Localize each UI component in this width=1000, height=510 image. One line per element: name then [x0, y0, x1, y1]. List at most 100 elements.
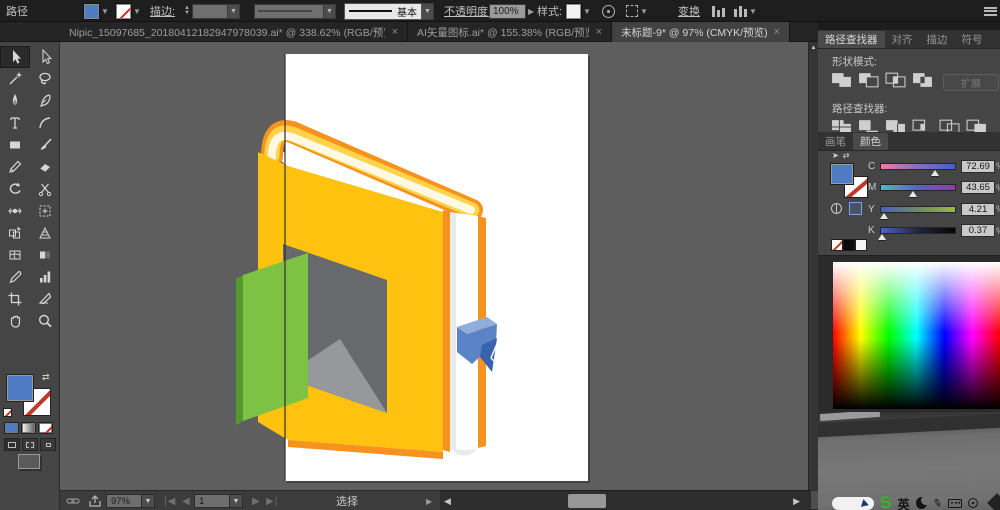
- color-button[interactable]: [4, 422, 19, 434]
- K-value-field[interactable]: 0.37: [961, 224, 995, 237]
- color-fill-proxy[interactable]: [830, 163, 854, 185]
- opacity-value[interactable]: 100% ▶: [489, 0, 534, 22]
- scrollbar-thumb[interactable]: [568, 494, 606, 508]
- perspective-grid-tool[interactable]: [30, 222, 60, 244]
- document-tab[interactable]: AI矢量图标.ai* @ 155.38% (RGB/预览)×: [408, 22, 612, 42]
- color-spectrum[interactable]: [833, 262, 1000, 409]
- fill-proxy-swatch[interactable]: [6, 374, 34, 402]
- brush-definition[interactable]: 基本 ▼: [344, 0, 434, 22]
- eyedropper-tool[interactable]: [0, 266, 30, 288]
- stroke-link[interactable]: 描边:: [150, 0, 175, 22]
- chevron-down-icon[interactable]: ▼: [230, 494, 243, 508]
- swap-fill-stroke-icon[interactable]: ⇄: [42, 372, 50, 383]
- fill-color-swatch[interactable]: ▼: [84, 0, 109, 22]
- scroll-left-icon[interactable]: ◀: [444, 491, 451, 510]
- artboard-number-value[interactable]: 1: [194, 494, 230, 508]
- draw-inside-button[interactable]: [40, 438, 56, 451]
- lasso-tool[interactable]: [30, 68, 60, 90]
- slider-thumb[interactable]: [880, 213, 888, 219]
- opacity-link[interactable]: 不透明度:: [444, 0, 491, 22]
- zoom-level-value[interactable]: 97%: [106, 494, 142, 508]
- eraser-tool[interactable]: [30, 156, 60, 178]
- moon-icon[interactable]: [916, 497, 927, 509]
- select-similar-button[interactable]: ▼: [626, 0, 648, 22]
- fore-edge-shade[interactable]: [450, 212, 456, 450]
- document-tab[interactable]: Nipic_15097685_20180412182947978039.ai* …: [60, 22, 408, 42]
- door-edge[interactable]: [236, 275, 243, 425]
- book-artwork[interactable]: [60, 42, 808, 490]
- fill-stroke-proxy[interactable]: ⇄: [0, 372, 60, 418]
- default-fill-stroke-icon[interactable]: [3, 408, 12, 417]
- fill-swatch-icon[interactable]: [84, 4, 99, 19]
- intersect-icon[interactable]: [885, 72, 906, 93]
- transform-link[interactable]: 变换: [678, 0, 700, 22]
- C-slider[interactable]: [880, 163, 956, 170]
- direct-selection-tool[interactable]: [30, 46, 60, 68]
- chevron-down-icon[interactable]: ▼: [422, 3, 434, 20]
- pencil-tool[interactable]: [0, 156, 30, 178]
- next-artboard-icon[interactable]: ▶: [252, 491, 261, 510]
- K-slider[interactable]: [880, 227, 956, 234]
- swap-icon[interactable]: ⇄: [843, 151, 854, 160]
- type-tool[interactable]: [0, 112, 30, 134]
- prev-artboard-icon[interactable]: ◀: [182, 491, 191, 510]
- scroll-right-icon[interactable]: ▶: [793, 491, 800, 510]
- gradient-tool[interactable]: [30, 244, 60, 266]
- export-icon[interactable]: [88, 491, 102, 510]
- chevron-down-icon[interactable]: ▼: [142, 494, 155, 508]
- status-expand-icon[interactable]: ▶: [426, 491, 432, 510]
- chevron-down-icon[interactable]: ▼: [228, 4, 240, 19]
- ime-status-pill[interactable]: [832, 497, 874, 510]
- pen-tool[interactable]: [0, 90, 30, 112]
- opacity-field[interactable]: 100%: [489, 4, 526, 19]
- style-swatch[interactable]: ▼: [566, 0, 591, 22]
- M-value-field[interactable]: 43.65: [961, 181, 995, 194]
- ink-pen-tool[interactable]: [30, 90, 60, 112]
- dock-collapse-button[interactable]: [984, 0, 997, 22]
- vertical-scrollbar[interactable]: ▲: [808, 42, 818, 490]
- close-icon[interactable]: ×: [596, 26, 602, 38]
- scissors-tool[interactable]: [30, 178, 60, 200]
- minus-front-icon[interactable]: [858, 72, 879, 93]
- align-button[interactable]: [712, 0, 725, 22]
- panel-tab-画笔[interactable]: 画笔: [818, 133, 853, 150]
- Y-slider[interactable]: [880, 206, 956, 213]
- selection-tool[interactable]: [0, 46, 30, 68]
- canvas[interactable]: [60, 42, 808, 490]
- expand-button[interactable]: 扩展: [943, 74, 999, 91]
- web-color-icon[interactable]: [831, 203, 842, 214]
- magic-wand-tool[interactable]: [0, 68, 30, 90]
- free-transform-tool[interactable]: [30, 200, 60, 222]
- slider-thumb[interactable]: [878, 234, 886, 240]
- rotate-tool[interactable]: [0, 178, 30, 200]
- recolor-artwork-button[interactable]: [602, 0, 615, 22]
- slider-thumb[interactable]: [909, 191, 917, 197]
- panel-tab-颜色[interactable]: 颜色: [853, 133, 888, 150]
- stepper-arrows-icon[interactable]: ▲▼: [184, 6, 190, 16]
- variable-width-profile[interactable]: ▼: [254, 0, 336, 22]
- panel-tab-路径查找器[interactable]: 路径查找器: [818, 31, 885, 48]
- first-artboard-icon[interactable]: |◀: [164, 491, 176, 510]
- zoom-tool[interactable]: [30, 310, 60, 332]
- ime-settings-icon[interactable]: [968, 498, 978, 508]
- close-icon[interactable]: ×: [774, 26, 780, 38]
- paintbrush-tool[interactable]: [30, 134, 60, 156]
- soft-keyboard-icon[interactable]: [948, 499, 962, 508]
- chevron-down-icon[interactable]: ▼: [583, 7, 591, 16]
- handwriting-icon[interactable]: ✎: [931, 496, 943, 510]
- graph-tool[interactable]: [30, 266, 60, 288]
- draw-normal-button[interactable]: [4, 438, 20, 451]
- brush-preview-field[interactable]: 基本: [344, 3, 422, 20]
- artboard-tool[interactable]: [0, 288, 30, 310]
- draw-behind-button[interactable]: [22, 438, 38, 451]
- distribute-button[interactable]: ▼: [734, 0, 757, 22]
- slider-thumb[interactable]: [931, 170, 939, 176]
- shape-builder-tool[interactable]: [0, 222, 30, 244]
- chevron-down-icon[interactable]: ▼: [324, 4, 336, 19]
- sogou-logo-icon[interactable]: S: [879, 492, 893, 510]
- panel-tab-描边[interactable]: 描边: [920, 31, 955, 48]
- arc-tool[interactable]: [30, 112, 60, 134]
- C-value-field[interactable]: 72.69: [961, 160, 995, 173]
- chevron-down-icon[interactable]: ▼: [133, 7, 141, 16]
- width-profile-field[interactable]: [254, 4, 324, 19]
